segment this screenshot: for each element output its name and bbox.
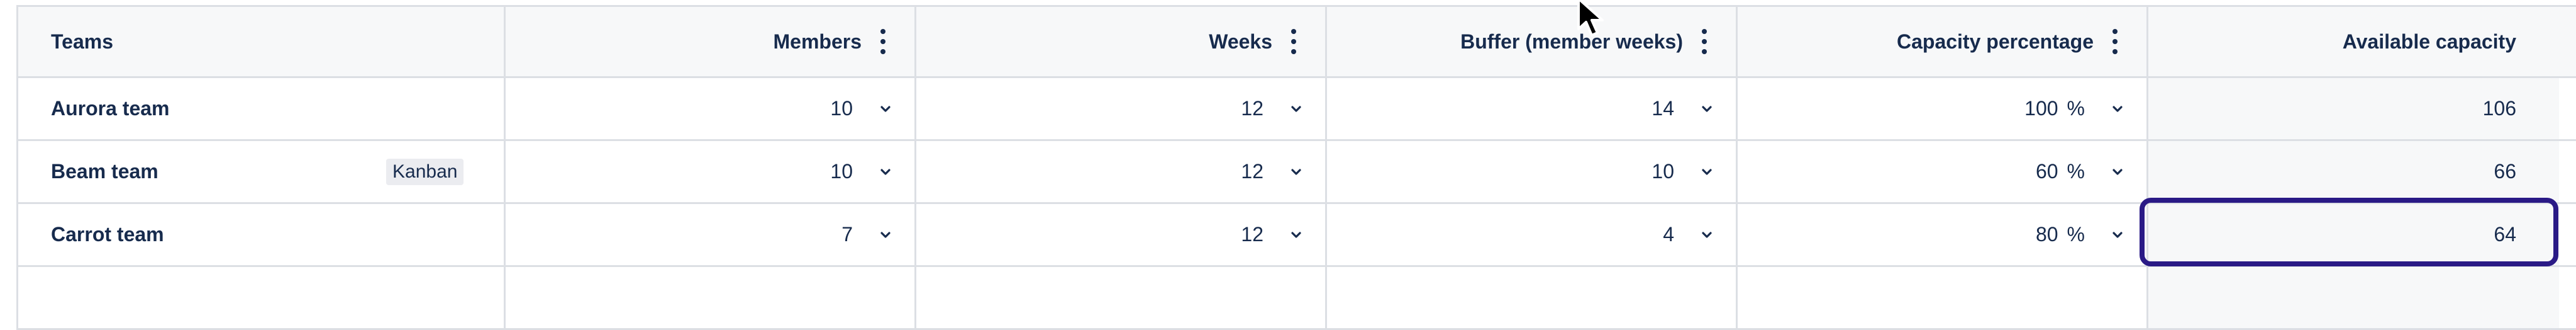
mouse-cursor-icon [1577,0,1604,37]
table-row [18,267,2576,330]
team-cell: Carrot team [18,204,506,265]
chevron-down-icon [2112,168,2123,175]
table-row: Aurora team 10 12 14 100 % 106 [18,78,2576,141]
column-menu-icon[interactable] [1702,29,1707,54]
members-select[interactable]: 10 [830,97,914,120]
members-select[interactable]: 10 [830,160,914,183]
weeks-cell: 12 [916,204,1327,265]
chevron-down-icon [1291,105,1301,112]
weeks-cell: 12 [916,141,1327,202]
header-weeks: Weeks [916,7,1327,76]
buffer-cell: 4 [1327,204,1738,265]
table-row: Carrot team 7 12 4 80 % 64 [18,204,2576,267]
weeks-select[interactable]: 12 [1241,223,1325,246]
capacity-percentage-select[interactable]: 80 % [2036,223,2146,246]
weeks-cell: 12 [916,78,1327,139]
chevron-down-icon [880,105,891,112]
members-cell: 10 [506,141,916,202]
header-buffer: Buffer (member weeks) [1327,7,1738,76]
column-menu-icon[interactable] [880,29,886,54]
chevron-down-icon [880,168,891,175]
chevron-down-icon [1702,231,1712,238]
buffer-select[interactable]: 10 [1652,160,1736,183]
team-name: Carrot team [51,223,164,246]
members-cell: 10 [506,78,916,139]
chevron-down-icon [1291,231,1301,238]
capacity-percentage-cell: 100 % [1738,78,2148,139]
chevron-down-icon [2112,231,2123,238]
chevron-down-icon [1702,168,1712,175]
available-capacity-cell: 66 [2148,141,2559,202]
header-available-capacity: Available capacity [2342,30,2516,53]
header-members: Members [506,7,916,76]
capacity-percentage-cell: 60 % [1738,141,2148,202]
buffer-select[interactable]: 14 [1652,97,1736,120]
available-capacity-cell: 64 [2148,204,2559,265]
buffer-cell: 14 [1327,78,1738,139]
team-name: Aurora team [51,97,170,120]
chevron-down-icon [2112,105,2123,112]
weeks-select[interactable]: 12 [1241,160,1325,183]
members-cell: 7 [506,204,916,265]
members-select[interactable]: 7 [841,223,914,246]
capacity-percentage-select[interactable]: 60 % [2036,160,2146,183]
kanban-badge: Kanban [386,158,464,185]
header-capacity-percentage: Capacity percentage [1738,7,2148,76]
column-menu-icon[interactable] [1291,29,1296,54]
team-name: Beam team [51,160,158,183]
buffer-cell: 10 [1327,141,1738,202]
team-cell: Beam team Kanban [18,141,506,202]
buffer-select[interactable]: 4 [1663,223,1736,246]
capacity-table: Teams Members Weeks Buffer (member weeks… [16,5,2576,330]
available-capacity-cell: 106 [2148,78,2559,139]
table-header-row: Teams Members Weeks Buffer (member weeks… [18,7,2576,78]
chevron-down-icon [1702,105,1712,112]
table-row: Beam team Kanban 10 12 10 60 % 66 [18,141,2576,204]
chevron-down-icon [1291,168,1301,175]
chevron-down-icon [880,231,891,238]
header-teams: Teams [18,7,506,76]
weeks-select[interactable]: 12 [1241,97,1325,120]
column-menu-icon[interactable] [2112,29,2118,54]
capacity-percentage-select[interactable]: 100 % [2024,97,2146,120]
team-cell: Aurora team [18,78,506,139]
capacity-percentage-cell: 80 % [1738,204,2148,265]
